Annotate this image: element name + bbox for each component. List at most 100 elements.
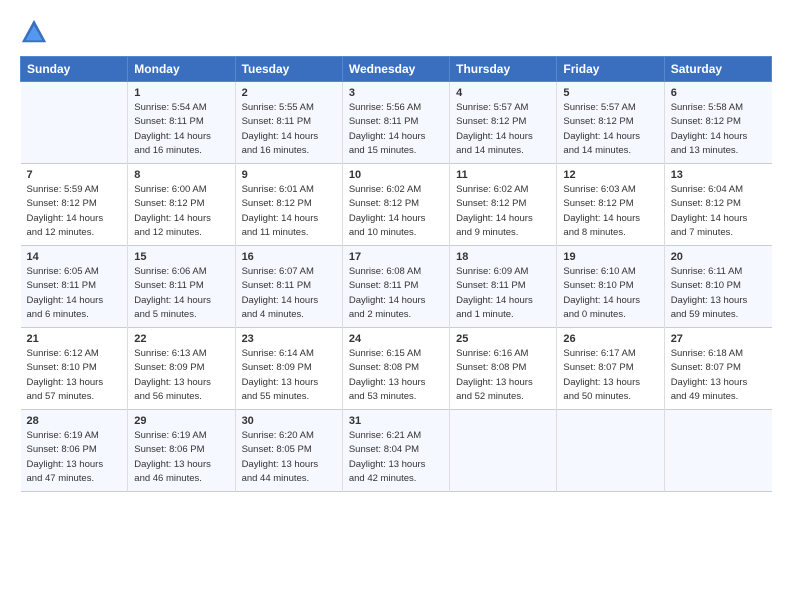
day-number: 30 bbox=[242, 415, 336, 427]
cell-info: Sunrise: 6:13 AM Sunset: 8:09 PM Dayligh… bbox=[134, 347, 228, 404]
cell-info: Sunrise: 6:02 AM Sunset: 8:12 PM Dayligh… bbox=[456, 183, 550, 240]
cell-info: Sunrise: 5:54 AM Sunset: 8:11 PM Dayligh… bbox=[134, 101, 228, 158]
cell-info: Sunrise: 5:55 AM Sunset: 8:11 PM Dayligh… bbox=[242, 101, 336, 158]
day-number: 2 bbox=[242, 87, 336, 99]
day-number: 16 bbox=[242, 251, 336, 263]
day-number: 29 bbox=[134, 415, 228, 427]
day-header-tuesday: Tuesday bbox=[235, 57, 342, 82]
day-number: 25 bbox=[456, 333, 550, 345]
cell-info: Sunrise: 6:21 AM Sunset: 8:04 PM Dayligh… bbox=[349, 429, 443, 486]
calendar-week-5: 28 Sunrise: 6:19 AM Sunset: 8:06 PM Dayli… bbox=[21, 410, 772, 492]
day-number: 14 bbox=[27, 251, 122, 263]
day-header-thursday: Thursday bbox=[450, 57, 557, 82]
cell-info: Sunrise: 6:05 AM Sunset: 8:11 PM Dayligh… bbox=[27, 265, 122, 322]
cell-info: Sunrise: 6:04 AM Sunset: 8:12 PM Dayligh… bbox=[671, 183, 766, 240]
cell-info: Sunrise: 6:14 AM Sunset: 8:09 PM Dayligh… bbox=[242, 347, 336, 404]
calendar-cell: 19Sunrise: 6:10 AM Sunset: 8:10 PM Dayli… bbox=[557, 246, 664, 328]
calendar-cell: 10Sunrise: 6:02 AM Sunset: 8:12 PM Dayli… bbox=[342, 164, 449, 246]
calendar-cell: 29 Sunrise: 6:19 AM Sunset: 8:06 PM Dayli… bbox=[128, 410, 235, 492]
calendar-cell: 17 Sunrise: 6:08 AM Sunset: 8:11 PM Dayli… bbox=[342, 246, 449, 328]
cell-info: Sunrise: 6:10 AM Sunset: 8:10 PM Dayligh… bbox=[563, 265, 657, 322]
day-number: 28 bbox=[27, 415, 122, 427]
calendar-cell: 11 Sunrise: 6:02 AM Sunset: 8:12 PM Dayli… bbox=[450, 164, 557, 246]
calendar-cell: 16 Sunrise: 6:07 AM Sunset: 8:11 PM Dayli… bbox=[235, 246, 342, 328]
calendar-cell: 21Sunrise: 6:12 AM Sunset: 8:10 PM Dayli… bbox=[21, 328, 128, 410]
calendar-cell: 13 Sunrise: 6:04 AM Sunset: 8:12 PM Dayli… bbox=[664, 164, 771, 246]
calendar-cell: 4Sunrise: 5:57 AM Sunset: 8:12 PM Daylig… bbox=[450, 82, 557, 164]
calendar-cell: 8Sunrise: 6:00 AM Sunset: 8:12 PM Daylig… bbox=[128, 164, 235, 246]
cell-info: Sunrise: 6:19 AM Sunset: 8:06 PM Dayligh… bbox=[134, 429, 228, 486]
cell-info: Sunrise: 5:58 AM Sunset: 8:12 PM Dayligh… bbox=[671, 101, 766, 158]
day-header-wednesday: Wednesday bbox=[342, 57, 449, 82]
calendar-cell: 22 Sunrise: 6:13 AM Sunset: 8:09 PM Dayli… bbox=[128, 328, 235, 410]
calendar-week-4: 21Sunrise: 6:12 AM Sunset: 8:10 PM Dayli… bbox=[21, 328, 772, 410]
cell-info: Sunrise: 6:09 AM Sunset: 8:11 PM Dayligh… bbox=[456, 265, 550, 322]
calendar-cell bbox=[557, 410, 664, 492]
cell-info: Sunrise: 6:02 AM Sunset: 8:12 PM Dayligh… bbox=[349, 183, 443, 240]
day-number: 24 bbox=[349, 333, 443, 345]
cell-info: Sunrise: 6:15 AM Sunset: 8:08 PM Dayligh… bbox=[349, 347, 443, 404]
calendar-cell: 31 Sunrise: 6:21 AM Sunset: 8:04 PM Dayli… bbox=[342, 410, 449, 492]
calendar-cell: 7 Sunrise: 5:59 AM Sunset: 8:12 PM Daylig… bbox=[21, 164, 128, 246]
calendar-cell: 12Sunrise: 6:03 AM Sunset: 8:12 PM Dayli… bbox=[557, 164, 664, 246]
cell-info: Sunrise: 6:08 AM Sunset: 8:11 PM Dayligh… bbox=[349, 265, 443, 322]
calendar-week-3: 14 Sunrise: 6:05 AM Sunset: 8:11 PM Dayli… bbox=[21, 246, 772, 328]
cell-info: Sunrise: 6:06 AM Sunset: 8:11 PM Dayligh… bbox=[134, 265, 228, 322]
cell-info: Sunrise: 6:11 AM Sunset: 8:10 PM Dayligh… bbox=[671, 265, 766, 322]
calendar-cell bbox=[664, 410, 771, 492]
day-number: 8 bbox=[134, 169, 228, 181]
cell-info: Sunrise: 6:07 AM Sunset: 8:11 PM Dayligh… bbox=[242, 265, 336, 322]
calendar-week-1: 1 Sunrise: 5:54 AM Sunset: 8:11 PM Daylig… bbox=[21, 82, 772, 164]
calendar-cell: 6Sunrise: 5:58 AM Sunset: 8:12 PM Daylig… bbox=[664, 82, 771, 164]
day-number: 17 bbox=[349, 251, 443, 263]
day-header-friday: Friday bbox=[557, 57, 664, 82]
calendar-cell bbox=[21, 82, 128, 164]
day-number: 31 bbox=[349, 415, 443, 427]
calendar-table: SundayMondayTuesdayWednesdayThursdayFrid… bbox=[20, 56, 772, 492]
cell-info: Sunrise: 5:56 AM Sunset: 8:11 PM Dayligh… bbox=[349, 101, 443, 158]
day-number: 27 bbox=[671, 333, 766, 345]
calendar-cell: 26 Sunrise: 6:17 AM Sunset: 8:07 PM Dayli… bbox=[557, 328, 664, 410]
day-number: 15 bbox=[134, 251, 228, 263]
day-number: 22 bbox=[134, 333, 228, 345]
calendar-cell: 25 Sunrise: 6:16 AM Sunset: 8:08 PM Dayli… bbox=[450, 328, 557, 410]
calendar-cell bbox=[450, 410, 557, 492]
calendar-cell: 3Sunrise: 5:56 AM Sunset: 8:11 PM Daylig… bbox=[342, 82, 449, 164]
day-number: 9 bbox=[242, 169, 336, 181]
calendar-cell: 24 Sunrise: 6:15 AM Sunset: 8:08 PM Dayli… bbox=[342, 328, 449, 410]
cell-info: Sunrise: 6:16 AM Sunset: 8:08 PM Dayligh… bbox=[456, 347, 550, 404]
cell-info: Sunrise: 6:01 AM Sunset: 8:12 PM Dayligh… bbox=[242, 183, 336, 240]
day-number: 11 bbox=[456, 169, 550, 181]
cell-info: Sunrise: 5:57 AM Sunset: 8:12 PM Dayligh… bbox=[563, 101, 657, 158]
calendar-week-2: 7 Sunrise: 5:59 AM Sunset: 8:12 PM Daylig… bbox=[21, 164, 772, 246]
day-number: 1 bbox=[134, 87, 228, 99]
cell-info: Sunrise: 5:59 AM Sunset: 8:12 PM Dayligh… bbox=[27, 183, 122, 240]
cell-info: Sunrise: 6:03 AM Sunset: 8:12 PM Dayligh… bbox=[563, 183, 657, 240]
header bbox=[20, 18, 772, 46]
logo bbox=[20, 18, 54, 46]
calendar-cell: 30 Sunrise: 6:20 AM Sunset: 8:05 PM Dayli… bbox=[235, 410, 342, 492]
day-number: 18 bbox=[456, 251, 550, 263]
day-number: 7 bbox=[27, 169, 122, 181]
calendar-cell: 23Sunrise: 6:14 AM Sunset: 8:09 PM Dayli… bbox=[235, 328, 342, 410]
calendar-cell: 27Sunrise: 6:18 AM Sunset: 8:07 PM Dayli… bbox=[664, 328, 771, 410]
cell-info: Sunrise: 6:17 AM Sunset: 8:07 PM Dayligh… bbox=[563, 347, 657, 404]
header-row: SundayMondayTuesdayWednesdayThursdayFrid… bbox=[21, 57, 772, 82]
calendar-cell: 28 Sunrise: 6:19 AM Sunset: 8:06 PM Dayli… bbox=[21, 410, 128, 492]
day-number: 5 bbox=[563, 87, 657, 99]
logo-icon bbox=[20, 18, 48, 46]
cell-info: Sunrise: 6:19 AM Sunset: 8:06 PM Dayligh… bbox=[27, 429, 122, 486]
day-number: 26 bbox=[563, 333, 657, 345]
calendar-cell: 1 Sunrise: 5:54 AM Sunset: 8:11 PM Daylig… bbox=[128, 82, 235, 164]
cell-info: Sunrise: 6:20 AM Sunset: 8:05 PM Dayligh… bbox=[242, 429, 336, 486]
day-number: 13 bbox=[671, 169, 766, 181]
calendar-cell: 2 Sunrise: 5:55 AM Sunset: 8:11 PM Daylig… bbox=[235, 82, 342, 164]
cell-info: Sunrise: 6:12 AM Sunset: 8:10 PM Dayligh… bbox=[27, 347, 122, 404]
calendar-cell: 14 Sunrise: 6:05 AM Sunset: 8:11 PM Dayli… bbox=[21, 246, 128, 328]
calendar-cell: 15 Sunrise: 6:06 AM Sunset: 8:11 PM Dayli… bbox=[128, 246, 235, 328]
calendar-cell: 18 Sunrise: 6:09 AM Sunset: 8:11 PM Dayli… bbox=[450, 246, 557, 328]
cell-info: Sunrise: 5:57 AM Sunset: 8:12 PM Dayligh… bbox=[456, 101, 550, 158]
calendar-cell: 5 Sunrise: 5:57 AM Sunset: 8:12 PM Daylig… bbox=[557, 82, 664, 164]
calendar-cell: 9 Sunrise: 6:01 AM Sunset: 8:12 PM Daylig… bbox=[235, 164, 342, 246]
day-header-saturday: Saturday bbox=[664, 57, 771, 82]
